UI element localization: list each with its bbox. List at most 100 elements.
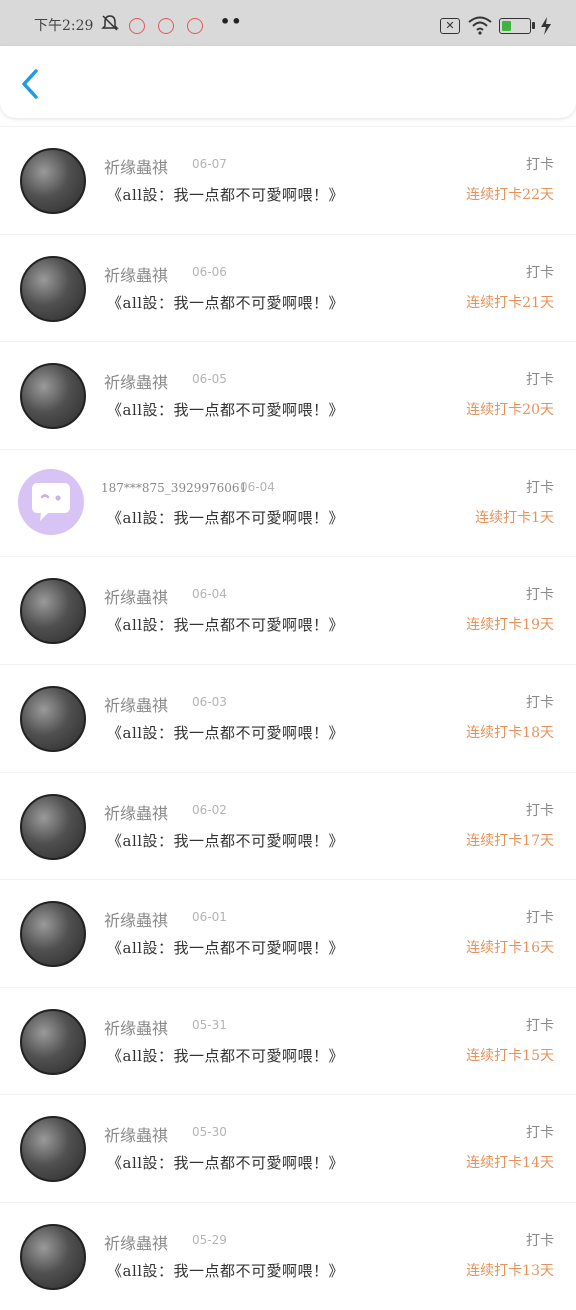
charging-icon [541,17,551,35]
feed-item[interactable]: 祈缘蟲祺 06-04 《all設：我一点都不可愛啊喂！》 打卡连续打卡19天 [0,556,576,664]
feed-item[interactable]: 祈缘蟲祺 06-07 《all設：我一点都不可愛啊喂！》 打卡连续打卡22天 [0,126,576,234]
book-title[interactable]: 《all設：我一点都不可愛啊喂！》 [107,184,344,205]
checkin-type: 打卡 [526,1232,554,1249]
checkin-type: 打卡 [526,802,554,819]
streak-count: 连续打卡19天 [466,617,554,634]
user-name[interactable]: 祈缘蟲祺 [104,262,168,286]
book-title[interactable]: 《all設：我一点都不可愛啊喂！》 [107,830,344,851]
post-date: 06-04 [192,587,227,602]
checkin-type: 打卡 [526,372,554,389]
row-divider [0,879,576,881]
sim-x-icon: ✕ [440,18,460,34]
book-title[interactable]: 《all設：我一点都不可愛啊喂！》 [107,1152,344,1173]
avatar[interactable] [20,148,86,214]
avatar[interactable] [20,685,86,752]
streak-count: 连续打卡1天 [475,509,554,526]
checkin-type: 打卡 [526,157,554,173]
row-divider [0,1201,576,1203]
streak-count: 连续打卡14天 [466,1155,554,1172]
status-bar: 下午2:29 •• ✕ [0,0,576,46]
row-divider [0,663,576,665]
avatar[interactable] [20,901,86,968]
user-name[interactable]: 祈缘蟲祺 [104,369,168,393]
book-title[interactable]: 《all設：我一点都不可愛啊喂！》 [107,399,344,420]
post-date: 06-05 [192,372,227,387]
row-divider [0,771,576,773]
feed-item[interactable]: 祈缘蟲祺 06-06 《all設：我一点都不可愛啊喂！》 打卡 连续打卡21天 [0,233,576,342]
feed-item[interactable]: 187***875_3929976061 06-04 《all設：我一点都不可愛啊喂… [0,448,576,557]
streak-count: 连续打卡17天 [466,832,554,849]
user-name[interactable]: 祈缘蟲祺 [104,1230,168,1254]
avatar[interactable] [20,1116,86,1183]
book-title[interactable]: 《all設：我一点都不可愛啊喂！》 [107,507,344,528]
streak-count: 连续打卡13天 [466,1262,554,1279]
book-title[interactable]: 《all設：我一点都不可愛啊喂！》 [107,937,344,958]
feed-item[interactable]: 祈缘蟲祺 06-03 《all設：我一点都不可愛啊喂！》 打卡连续打卡18天 [0,663,576,772]
row-divider [0,1094,576,1096]
top-bar [0,46,576,118]
streak-count: 连续打卡18天 [466,724,554,741]
notification-icon [187,18,203,34]
row-divider [0,233,576,235]
battery-icon [499,18,531,34]
post-date: 06-02 [192,802,227,817]
feed-item[interactable]: 祈缘蟲祺 06-05 《all設：我一点都不可愛啊喂！》 打卡连续打卡20天 [0,341,576,449]
avatar[interactable] [20,1223,86,1290]
avatar[interactable] [20,1008,86,1075]
post-date: 06-03 [192,694,227,709]
post-date: 05-29 [192,1232,227,1247]
avatar[interactable] [20,578,86,645]
checkin-type: 打卡 [526,264,554,281]
row-divider [0,126,576,127]
checkin-type: 打卡 [526,587,554,604]
book-title[interactable]: 《all設：我一点都不可愛啊喂！》 [107,614,344,635]
user-name[interactable]: 祈缘蟲祺 [104,907,168,931]
user-name[interactable]: 祈缘蟲祺 [104,154,168,178]
checkin-type: 打卡 [526,1125,554,1142]
notification-icon [129,18,145,34]
feed-item[interactable]: 祈缘蟲祺 06-02 《all設：我一点都不可愛啊喂！》 打卡连续打卡17天 [0,771,576,880]
feed-item[interactable]: 祈缘蟲祺 05-29 《all設：我一点都不可愛啊喂！》 打卡连续打卡13天 [0,1201,576,1310]
more-icon: •• [220,12,243,31]
streak-count: 连续打卡16天 [466,940,554,957]
post-date: 05-30 [192,1125,227,1140]
post-date: 06-04 [240,479,275,494]
bell-off-icon [101,15,119,31]
avatar[interactable] [18,468,84,535]
checkin-feed: 祈缘蟲祺 06-07 《all設：我一点都不可愛啊喂！》 打卡 连续打卡22天 祈缘蟲祺 0… [0,126,576,1310]
streak-count: 连续打卡15天 [466,1047,554,1064]
post-date: 06-07 [192,157,227,171]
avatar[interactable] [20,255,86,322]
user-name[interactable]: 祈缘蟲祺 [104,800,168,824]
chat-bubble-icon [32,482,70,521]
post-date: 06-01 [192,910,227,925]
book-title[interactable]: 《all設：我一点都不可愛啊喂！》 [107,1045,344,1066]
avatar[interactable] [20,363,86,430]
user-name[interactable]: 祈缘蟲祺 [104,1122,168,1146]
row-divider [0,986,576,988]
notification-icon [158,18,174,34]
streak-count: 连续打卡21天 [466,294,554,311]
book-title[interactable]: 《all設：我一点都不可愛啊喂！》 [107,1260,344,1281]
streak-count: 连续打卡20天 [466,402,554,419]
user-name[interactable]: 187***875_3929976061 [101,481,247,495]
checkin-type: 打卡 [526,1017,554,1034]
status-time: 下午2:29 [34,18,94,34]
feed-item[interactable]: 祈缘蟲祺 06-01 《all設：我一点都不可愛啊喂！》 打卡连续打卡16天 [0,879,576,987]
streak-count: 连续打卡22天 [466,187,554,203]
back-button[interactable] [20,68,40,100]
user-name[interactable]: 祈缘蟲祺 [104,584,168,608]
battery-level [502,21,511,31]
avatar[interactable] [20,793,86,860]
row-divider [0,341,576,343]
feed-item[interactable]: 祈缘蟲祺 05-31 《all設：我一点都不可愛啊喂！》 打卡连续打卡15天 [0,986,576,1095]
book-title[interactable]: 《all設：我一点都不可愛啊喂！》 [107,722,344,743]
checkin-type: 打卡 [526,910,554,927]
book-title[interactable]: 《all設：我一点都不可愛啊喂！》 [107,292,344,313]
checkin-type: 打卡 [526,694,554,711]
post-date: 05-31 [192,1017,227,1032]
feed-item[interactable]: 祈缘蟲祺 05-30 《all設：我一点都不可愛啊喂！》 打卡连续打卡14天 [0,1094,576,1202]
user-name[interactable]: 祈缘蟲祺 [104,1015,168,1039]
battery-nub [532,22,535,29]
user-name[interactable]: 祈缘蟲祺 [104,692,168,716]
